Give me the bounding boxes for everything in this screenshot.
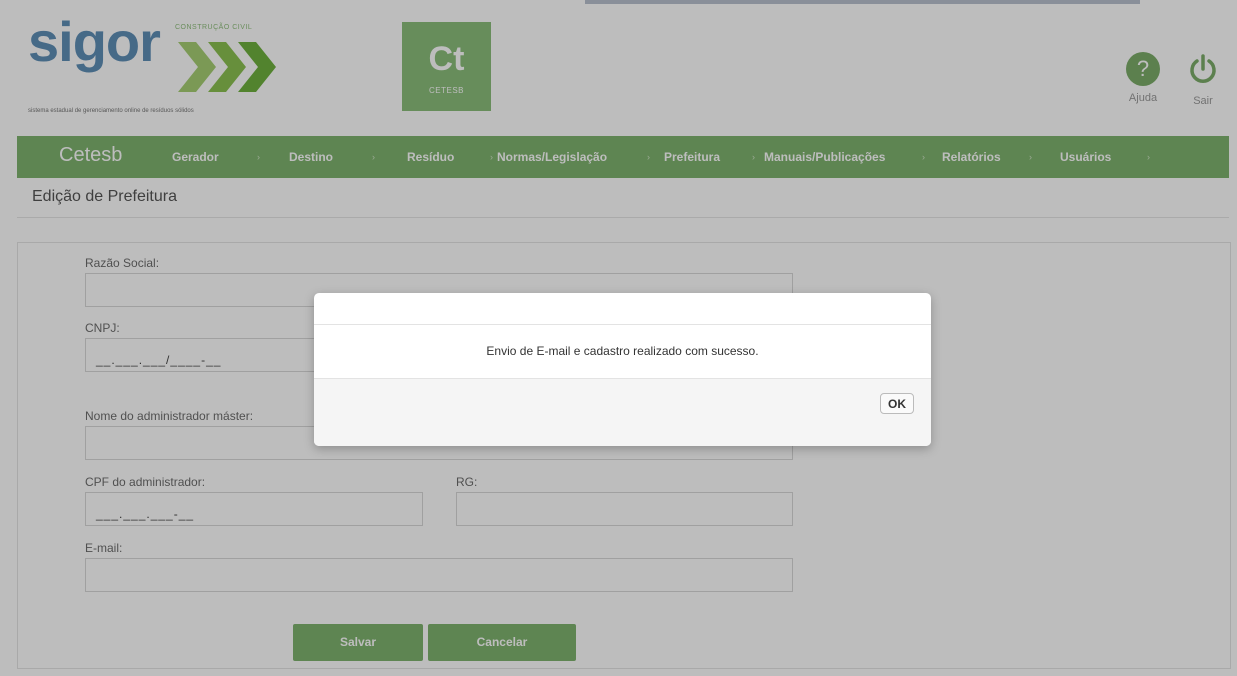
dialog-message: Envio de E-mail e cadastro realizado com…	[314, 325, 931, 379]
dialog-footer: OK	[314, 379, 931, 446]
dialog-header	[314, 293, 931, 325]
success-dialog: Envio de E-mail e cadastro realizado com…	[314, 293, 931, 446]
page: sigor CONSTRUÇÃO CIVIL sistema estadual …	[0, 0, 1237, 676]
ok-button[interactable]: OK	[880, 393, 914, 414]
